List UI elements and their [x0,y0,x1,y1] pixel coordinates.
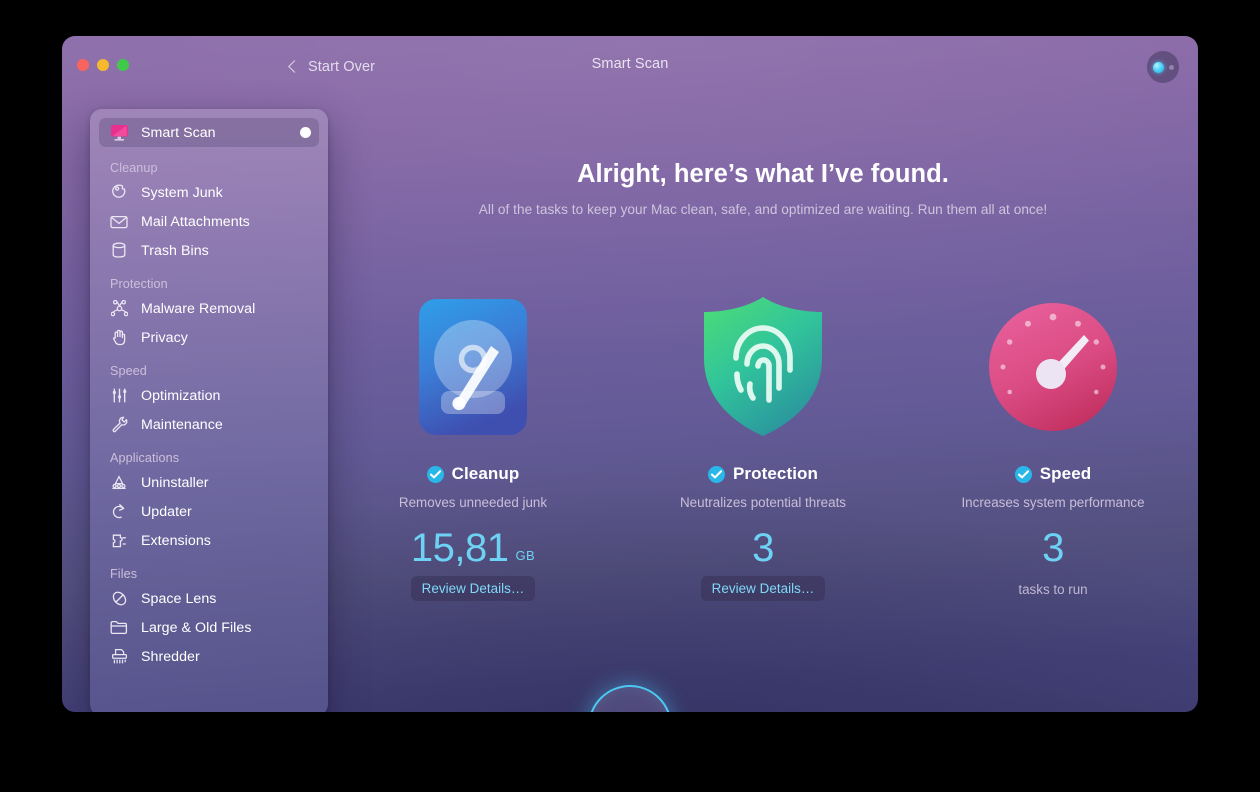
active-indicator-dot [300,127,311,138]
card-title-row: Protection [707,464,819,484]
card-speed: Speed Increases system performance 3 tas… [908,294,1198,601]
card-protection: Protection Neutralizes potential threats… [618,294,908,601]
sidebar-item-system-junk[interactable]: System Junk [99,178,319,207]
shield-fingerprint-icon [700,294,826,440]
sidebar-item-large-and-old-files[interactable]: Large & Old Files [99,613,319,642]
envelope-icon [108,212,130,232]
sidebar-item-uninstaller[interactable]: Uninstaller [99,468,319,497]
card-value: 3 [752,526,774,570]
folder-icon [108,618,130,638]
card-value: 3 [1042,526,1064,570]
sidebar-item-updater[interactable]: Updater [99,497,319,526]
sidebar-item-extensions[interactable]: Extensions [99,526,319,555]
review-details-button-protection[interactable]: Review Details… [700,576,826,601]
sidebar-item-label: Updater [141,503,192,520]
sidebar-group-protection: Protection [110,277,168,291]
sidebar-item-label: Uninstaller [141,474,209,491]
sidebar-item-optimization[interactable]: Optimization [99,381,319,410]
card-description: Increases system performance [961,495,1145,510]
shredder-icon [108,647,130,667]
card-name: Speed [1039,464,1092,483]
uninstaller-icon [108,473,130,493]
check-badge-icon [426,465,444,483]
space-lens-icon [108,589,130,609]
sidebar-item-maintenance[interactable]: Maintenance [99,410,319,439]
sidebar-item-label: Optimization [141,387,221,404]
hero-subheading: All of the tasks to keep your Mac clean,… [478,202,1048,217]
sidebar-item-privacy[interactable]: Privacy [99,323,319,352]
sidebar-item-label: Large & Old Files [141,619,252,636]
speedometer-icon [988,294,1118,440]
biohazard-icon [108,299,130,319]
card-title-row: Cleanup [426,464,520,484]
account-orb-icon [1152,61,1164,73]
main-content: Alright, here’s what I’ve found. All of … [328,98,1198,712]
sidebar-item-mail-attachments[interactable]: Mail Attachments [99,207,319,236]
sidebar-item-trash-bins[interactable]: Trash Bins [99,236,319,265]
card-cleanup: Cleanup Removes unneeded junk 15,81 GB R… [328,294,618,601]
sliders-icon [108,386,130,406]
account-button[interactable] [1147,51,1179,83]
wrench-icon [108,415,130,435]
puzzle-piece-icon [108,531,130,551]
sidebar-item-label: Extensions [141,532,211,549]
sidebar-item-malware-removal[interactable]: Malware Removal [99,294,319,323]
card-description: Removes unneeded junk [398,495,548,510]
device-frame: Start Over Smart Scan Smart Scan Cleanup… [0,0,1260,792]
sidebar-item-label: Malware Removal [141,300,256,317]
status-pip-icon [1168,64,1174,70]
sidebar-group-cleanup: Cleanup [110,161,158,175]
page-title: Smart Scan [591,56,669,72]
junk-icon [108,183,130,203]
sidebar-item-shredder[interactable]: Shredder [99,642,319,671]
check-badge-icon [1014,465,1032,483]
sidebar-group-speed: Speed [110,364,147,378]
card-name: Cleanup [451,464,520,483]
sidebar-item-space-lens[interactable]: Space Lens [99,584,319,613]
sidebar-item-label: Smart Scan [141,124,216,141]
tasks-to-run-note: tasks to run [1018,582,1088,597]
review-details-button-cleanup[interactable]: Review Details… [410,576,536,601]
sidebar-item-label: Trash Bins [141,242,209,259]
sidebar-item-label: Mail Attachments [141,213,250,230]
card-value: 15,81 [410,526,509,570]
card-unit: GB [515,548,536,563]
sidebar-item-smart-scan[interactable]: Smart Scan [99,118,319,147]
monitor-scan-icon [108,123,130,143]
card-value-wrap: 15,81 GB [411,520,535,568]
card-description: Neutralizes potential threats [680,495,846,510]
check-badge-icon [707,465,725,483]
sidebar-group-applications: Applications [110,451,180,465]
card-value-wrap: 3 [752,520,774,568]
results-cards: Cleanup Removes unneeded junk 15,81 GB R… [328,294,1198,601]
sidebar-item-label: Maintenance [141,416,223,433]
card-value-wrap: 3 [1042,520,1064,568]
hand-icon [108,328,130,348]
app-window: Start Over Smart Scan Smart Scan Cleanup… [62,36,1198,712]
sidebar-item-label: Shredder [141,648,200,665]
card-name: Protection [732,464,819,483]
titlebar: Start Over Smart Scan [62,36,1198,98]
hard-drive-icon [419,294,527,440]
sidebar-item-label: Privacy [141,329,188,346]
sidebar[interactable]: Smart Scan Cleanup System Junk Mail Atta… [90,109,328,712]
sidebar-group-files: Files [110,567,138,581]
sidebar-item-label: System Junk [141,184,223,201]
card-title-row: Speed [1014,464,1092,484]
refresh-arrow-icon [108,502,130,522]
trash-bin-icon [108,241,130,261]
sidebar-item-label: Space Lens [141,590,217,607]
hero-heading: Alright, here’s what I’ve found. [577,160,949,188]
